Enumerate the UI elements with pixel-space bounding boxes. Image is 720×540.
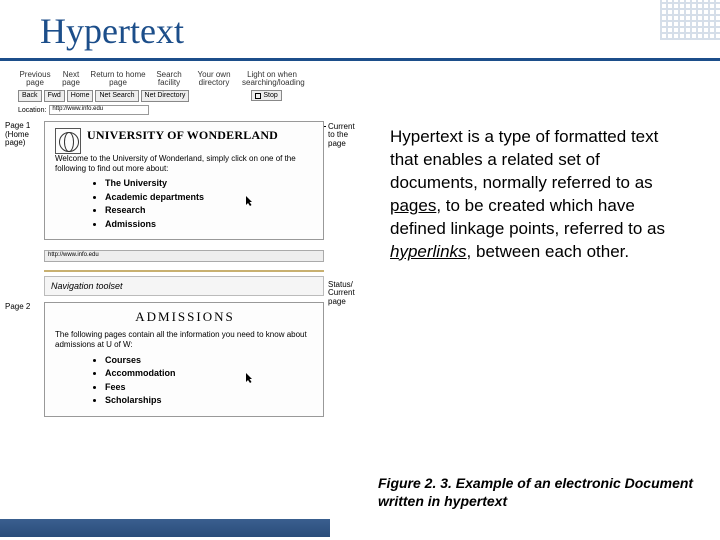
page-2: Page 2 ADMISSIONS The following pages co… bbox=[44, 302, 324, 416]
description-paragraph: Hypertext is a type of formatted text th… bbox=[390, 126, 690, 264]
page-2-heading: ADMISSIONS bbox=[55, 309, 315, 325]
link-research[interactable]: Research bbox=[105, 204, 315, 218]
label-home: Return to homepage bbox=[90, 71, 146, 88]
page-2-text: The following pages contain all the info… bbox=[55, 330, 315, 349]
globe-icon bbox=[55, 128, 81, 154]
page-1-list: The University Academic departments Rese… bbox=[105, 177, 315, 231]
nav-toolset-bar: Navigation toolset bbox=[44, 276, 324, 296]
current-page-callout: Currentto thepage bbox=[328, 123, 364, 148]
page-1-heading: UNIVERSITY OF WONDERLAND bbox=[55, 128, 315, 143]
fwd-button[interactable]: Fwd bbox=[44, 90, 65, 102]
separator bbox=[44, 270, 324, 272]
net-directory-button[interactable]: Net Directory bbox=[141, 90, 190, 102]
desc-pages: pages bbox=[390, 196, 436, 215]
link-courses[interactable]: Courses bbox=[105, 354, 315, 368]
location-input[interactable]: http://www.info.edu bbox=[49, 105, 149, 115]
label-next: Nextpage bbox=[58, 71, 84, 88]
desc-post: , between each other. bbox=[467, 242, 630, 261]
figure-area: Previouspage Nextpage Return to homepage… bbox=[4, 71, 374, 511]
link-admissions[interactable]: Admissions bbox=[105, 218, 315, 232]
stop-label: Stop bbox=[263, 92, 277, 99]
label-prev: Previouspage bbox=[18, 71, 52, 88]
label-search: Searchfacility bbox=[152, 71, 186, 88]
corner-decoration bbox=[660, 0, 720, 40]
desc-part1: Hypertext is a type of formatted text th… bbox=[390, 127, 658, 192]
label-dir: Your owndirectory bbox=[192, 71, 236, 88]
back-button[interactable]: Back bbox=[18, 90, 42, 102]
link-fees[interactable]: Fees bbox=[105, 381, 315, 395]
status-bar: http://www.info.edu bbox=[44, 250, 324, 262]
desc-hyperlinks: hyperlinks bbox=[390, 242, 467, 261]
net-search-button[interactable]: Net Search bbox=[95, 90, 138, 102]
label-stop: Light on whensearching/loading bbox=[242, 71, 302, 88]
page-1: Page 1(Homepage) UNIVERSITY OF WONDERLAN… bbox=[44, 121, 324, 240]
page-1-side-label: Page 1(Homepage) bbox=[5, 122, 41, 147]
page-1-welcome: Welcome to the University of Wonderland,… bbox=[55, 154, 315, 173]
link-scholarships[interactable]: Scholarships bbox=[105, 394, 315, 408]
page-2-list: Courses Accommodation Fees Scholarships bbox=[105, 354, 315, 408]
toolbar-callouts: Previouspage Nextpage Return to homepage… bbox=[4, 71, 374, 88]
slide-title: Hypertext bbox=[0, 0, 720, 58]
page-2-side-label: Page 2 bbox=[5, 303, 41, 311]
stop-light-icon bbox=[255, 93, 261, 99]
location-label: Location: bbox=[18, 107, 46, 114]
status-callout: Status/Currentpage bbox=[328, 281, 364, 306]
home-button[interactable]: Home bbox=[67, 90, 94, 102]
figure-caption: Figure 2. 3. Example of an electronic Do… bbox=[378, 475, 698, 510]
link-university[interactable]: The University bbox=[105, 177, 315, 191]
link-academic-departments[interactable]: Academic departments bbox=[105, 191, 315, 205]
content-area: Previouspage Nextpage Return to homepage… bbox=[0, 61, 720, 531]
browser-toolbar: Back Fwd Home Net Search Net Directory S… bbox=[18, 90, 374, 102]
location-row: Location: http://www.info.edu bbox=[18, 105, 374, 115]
footer-bar bbox=[0, 519, 330, 537]
stop-button[interactable]: Stop bbox=[251, 90, 281, 101]
link-accommodation[interactable]: Accommodation bbox=[105, 367, 315, 381]
